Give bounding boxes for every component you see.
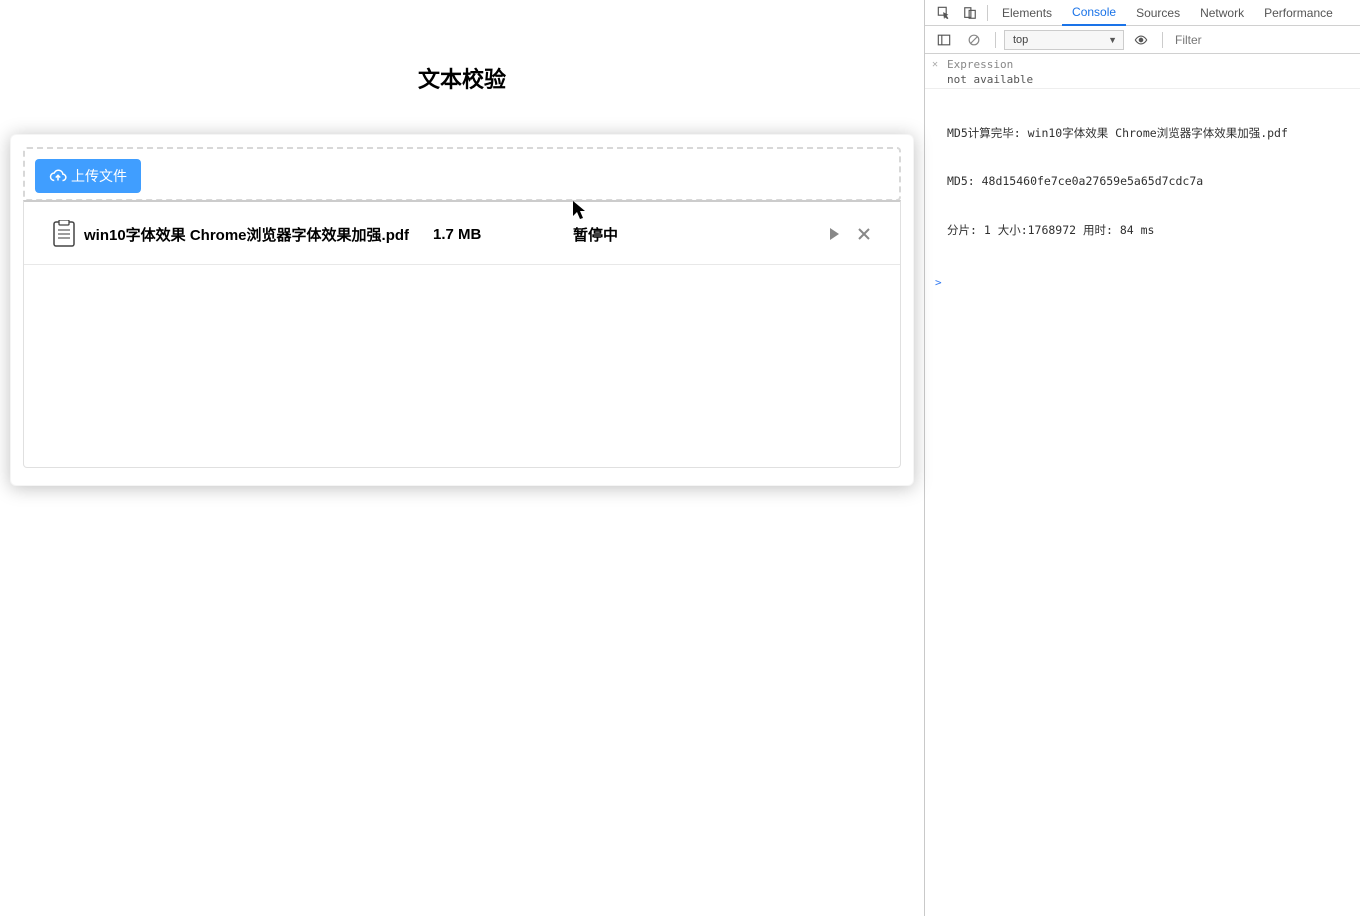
separator xyxy=(987,5,988,21)
device-toggle-icon[interactable] xyxy=(957,2,983,24)
file-name: win10字体效果 Chrome浏览器字体效果加强.pdf xyxy=(84,224,409,245)
file-row: win10字体效果 Chrome浏览器字体效果加强.pdf 1.7 MB 暂停中 xyxy=(24,202,900,265)
close-icon[interactable] xyxy=(856,226,872,242)
expression-value: not available xyxy=(947,73,1352,86)
cursor-icon xyxy=(572,200,586,220)
tab-network[interactable]: Network xyxy=(1190,0,1254,26)
file-size: 1.7 MB xyxy=(433,226,573,243)
live-expression-eye-icon[interactable] xyxy=(1128,29,1154,51)
file-list-panel: win10字体效果 Chrome浏览器字体效果加强.pdf 1.7 MB 暂停中 xyxy=(23,200,901,468)
upload-card: 上传文件 win10字体效果 Chrome浏览器字体效果加强.pdf 1.7 M… xyxy=(10,134,914,486)
document-icon xyxy=(52,220,76,248)
upload-button-label: 上传文件 xyxy=(71,166,127,186)
console-toolbar: top ▼ xyxy=(925,26,1360,54)
log-line: 分片: 1 大小:1768972 用时: 84 ms xyxy=(947,222,1352,238)
separator xyxy=(1162,32,1163,48)
tab-elements[interactable]: Elements xyxy=(992,0,1062,26)
file-actions xyxy=(826,226,872,242)
play-icon[interactable] xyxy=(826,226,842,242)
file-status: 暂停中 xyxy=(573,224,703,245)
clear-console-icon[interactable] xyxy=(961,29,987,51)
devtools-tabs: Elements Console Sources Network Perform… xyxy=(925,0,1360,26)
separator xyxy=(995,32,996,48)
filter-input[interactable] xyxy=(1171,31,1291,49)
devtools-panel: Elements Console Sources Network Perform… xyxy=(924,0,1360,916)
tab-sources[interactable]: Sources xyxy=(1126,0,1190,26)
tab-console[interactable]: Console xyxy=(1062,0,1126,26)
console-output: MD5计算完毕: win10字体效果 Chrome浏览器字体效果加强.pdf M… xyxy=(925,89,1360,274)
cloud-upload-icon xyxy=(49,167,67,185)
inspect-icon[interactable] xyxy=(931,2,957,24)
context-label: top xyxy=(1013,34,1028,46)
live-expression-row: ✕ Expression not available xyxy=(925,54,1360,89)
upload-button[interactable]: 上传文件 xyxy=(35,159,141,193)
page-title: 文本校验 xyxy=(0,62,924,94)
chevron-down-icon: ▼ xyxy=(1108,35,1117,45)
web-page-panel: 文本校验 上传文件 win10字体效果 Chrome浏览器字 xyxy=(0,0,924,916)
log-line: MD5计算完毕: win10字体效果 Chrome浏览器字体效果加强.pdf xyxy=(947,125,1352,141)
console-prompt[interactable]: > xyxy=(925,274,1360,291)
context-selector[interactable]: top ▼ xyxy=(1004,30,1124,50)
drop-zone[interactable]: 上传文件 xyxy=(23,147,901,201)
console-sidebar-toggle-icon[interactable] xyxy=(931,29,957,51)
close-expression-icon[interactable]: ✕ xyxy=(932,59,938,70)
expression-label[interactable]: Expression xyxy=(947,58,1013,71)
log-line: MD5: 48d15460fe7ce0a27659e5a65d7cdc7a xyxy=(947,173,1352,189)
tab-performance[interactable]: Performance xyxy=(1254,0,1343,26)
